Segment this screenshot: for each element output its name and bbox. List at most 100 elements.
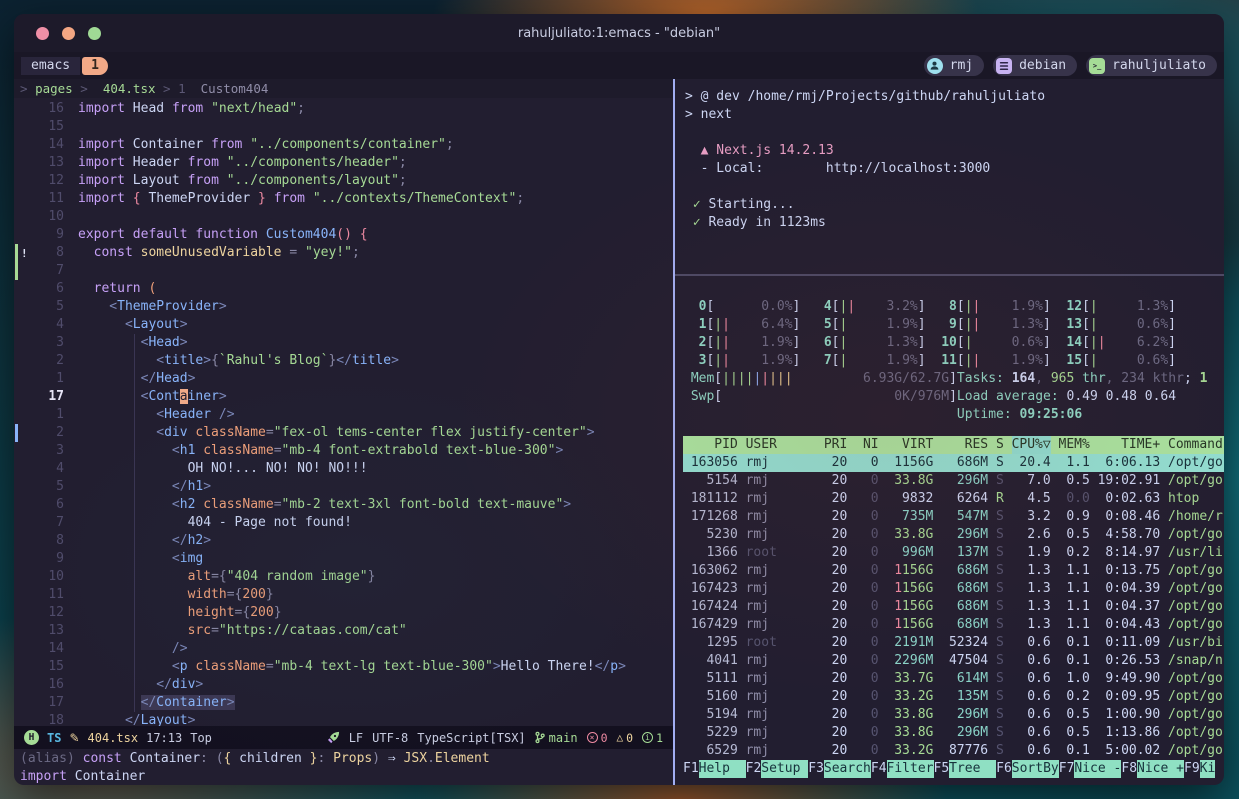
cpu-id: 9 (941, 316, 957, 334)
column-header-s[interactable]: S (996, 436, 1004, 454)
code-line: 14 /> (14, 640, 673, 658)
git-branch[interactable]: main (535, 731, 578, 745)
info-count[interactable]: i1 (642, 731, 663, 745)
process-row[interactable]: 5230rmj20033.8G296MS2.60.54:58.70/opt/go (683, 526, 1224, 544)
process-row[interactable]: 163056rmj2001156G686MS20.41.16:06.13/opt… (683, 454, 1224, 472)
code-line: 1 <Header /> (14, 406, 673, 424)
fringe (14, 694, 28, 712)
process-row[interactable]: 171268rmj200735M547MS3.20.90:08.46/home/… (683, 508, 1224, 526)
process-row[interactable]: 5160rmj20033.2G135MS0.60.20:09.95/opt/go (683, 688, 1224, 706)
column-header-pri[interactable]: PRI (824, 436, 847, 454)
line-number: 8 (28, 532, 64, 550)
fkey-f4[interactable]: F4Filter (871, 760, 934, 778)
column-header-mem[interactable]: MEM% (1059, 436, 1090, 454)
fringe (14, 226, 28, 244)
minimize-button[interactable] (62, 27, 75, 40)
dev-server-pane[interactable]: > @ dev /home/rmj/Projects/github/rahulj… (675, 79, 1224, 274)
code-line: 5 <ThemeProvider> (14, 298, 673, 316)
process-virt: 2296M (886, 652, 933, 670)
emacs-pane[interactable]: > pages > 404.tsx > 1 Custom404 16import… (14, 79, 673, 785)
status-badge-rmj[interactable]: rmj (924, 55, 984, 76)
code-text (64, 118, 78, 136)
line-number: 4 (28, 316, 64, 334)
code-text: </h1> (64, 478, 211, 496)
maximize-button[interactable] (88, 27, 101, 40)
code-line: 17 <Container> (14, 388, 673, 406)
cpu-meter-4: 4[||3.2%] (816, 298, 926, 316)
workspace-icon: H (24, 730, 39, 745)
line-number: 6 (28, 280, 64, 298)
cpu-meter-row: 3[||1.9%]7[|1.9%]11[||1.9%]15[|0.6%] (683, 352, 1224, 370)
process-row[interactable]: 167423rmj2001156G686MS1.31.10:04.39/opt/… (683, 580, 1224, 598)
fringe (14, 496, 28, 514)
fringe (14, 424, 28, 442)
process-virt: 33.2G (886, 742, 933, 760)
fkey-f5[interactable]: F5Tree (934, 760, 997, 778)
tmux-window-index-badge: 1 (82, 57, 108, 75)
indent-guide (134, 334, 135, 712)
process-row[interactable]: 1295root2002191M52324S0.60.10:11.09/usr/… (683, 634, 1224, 652)
close-button[interactable] (36, 27, 49, 40)
pane-container: > pages > 404.tsx > 1 Custom404 16import… (14, 79, 1224, 785)
warning-count[interactable]: △0 (617, 731, 634, 745)
fkey-f8[interactable]: F8Nice + (1121, 760, 1184, 778)
code-text: import Header from "../components/header… (64, 154, 407, 172)
fkey-f2[interactable]: F2Setup (746, 760, 809, 778)
cpu-meter-1: 1[||6.4%] (691, 316, 801, 334)
cpu-percent: 0.6% (1012, 334, 1043, 352)
process-row[interactable]: 4041rmj2002296M47504S0.60.10:26.53/snap/… (683, 652, 1224, 670)
process-row[interactable]: 5229rmj20033.8G296MS0.60.51:13.86/opt/go (683, 724, 1224, 742)
code-editor[interactable]: 16import Head from "next/head";1514impor… (14, 98, 673, 726)
process-row[interactable]: 181112rmj20098326264R4.50.00:02.63htop (683, 490, 1224, 508)
cpu-bars: | (1090, 316, 1098, 334)
tmux-window-tab[interactable]: emacs 1 (21, 55, 108, 76)
column-header-res[interactable]: RES (941, 436, 988, 454)
cpu-meter-10: 10[|0.6%] (941, 334, 1051, 352)
fkey-f6[interactable]: F6SortBy (996, 760, 1059, 778)
line-number: 1 (28, 370, 64, 388)
htop-pane[interactable]: 0[0.0%]4[||3.2%]8[||1.9%]12[|1.3%]1[||6.… (675, 276, 1224, 785)
column-header-command[interactable]: Command (1168, 436, 1224, 454)
fkey-f9[interactable]: F9Ki (1184, 760, 1215, 778)
fkey-f3[interactable]: F3Search (808, 760, 871, 778)
modeline-filename[interactable]: 404.tsx (88, 731, 139, 745)
process-row[interactable]: 5194rmj20033.8G296MS0.60.51:00.90/opt/go (683, 706, 1224, 724)
column-header-ni[interactable]: NI (855, 436, 878, 454)
process-row[interactable]: 5154rmj20033.8G296MS7.00.519:02.91/opt/g… (683, 472, 1224, 490)
line-number: 7 (28, 514, 64, 532)
fringe (14, 514, 28, 532)
code-text: /> (64, 640, 188, 658)
line-number: 2 (28, 352, 64, 370)
process-row[interactable]: 1366root200996M137MS1.90.28:14.97/usr/li (683, 544, 1224, 562)
htop-function-keys: F1Help F2Setup F3SearchF4FilterF5Tree F6… (683, 760, 1224, 778)
major-mode[interactable]: TypeScript[TSX] (417, 731, 525, 745)
column-header-pid[interactable]: PID (683, 436, 738, 454)
line-number: 11 (28, 586, 64, 604)
cpu-percent: 1.3% (1137, 298, 1168, 316)
fkey-f1[interactable]: F1Help (683, 760, 746, 778)
fringe (14, 406, 28, 424)
process-row[interactable]: 167424rmj2001156G686MS1.31.10:04.37/opt/… (683, 598, 1224, 616)
column-header-time[interactable]: TIME+ (1098, 436, 1161, 454)
fringe (14, 478, 28, 496)
column-header-virt[interactable]: VIRT (886, 436, 933, 454)
process-row[interactable]: 163062rmj2001156G686MS1.31.10:13.75/opt/… (683, 562, 1224, 580)
process-row[interactable]: 6529rmj20033.2G87776S0.60.15:00.02/opt/g… (683, 742, 1224, 760)
process-virt: 33.2G (886, 688, 933, 706)
tmux-window-name: emacs (21, 57, 80, 75)
process-row[interactable]: 167429rmj2001156G686MS1.31.10:04.43/opt/… (683, 616, 1224, 634)
fringe (14, 370, 28, 388)
status-badge-rahuljuliato[interactable]: >_rahuljuliato (1086, 55, 1217, 76)
process-row[interactable]: 5111rmj20033.7G614MS0.61.09:49.90/opt/go (683, 670, 1224, 688)
cpu-bars: || (714, 316, 730, 334)
cpu-percent: 1.9% (886, 316, 917, 334)
fkey-f7[interactable]: F7Nice - (1059, 760, 1122, 778)
line-number: 12 (28, 604, 64, 622)
column-header-cpu[interactable]: CPU%▽ (1012, 436, 1051, 454)
status-badge-debian[interactable]: debian (993, 55, 1077, 76)
cpu-meter-row: 2[||1.9%]6[|1.3%]10[|0.6%]14[||6.2%] (683, 334, 1224, 352)
code-line: 15 (14, 118, 673, 136)
column-header-user[interactable]: USER (746, 436, 816, 454)
line-number: 5 (28, 478, 64, 496)
error-count[interactable]: ×0 (587, 731, 608, 745)
